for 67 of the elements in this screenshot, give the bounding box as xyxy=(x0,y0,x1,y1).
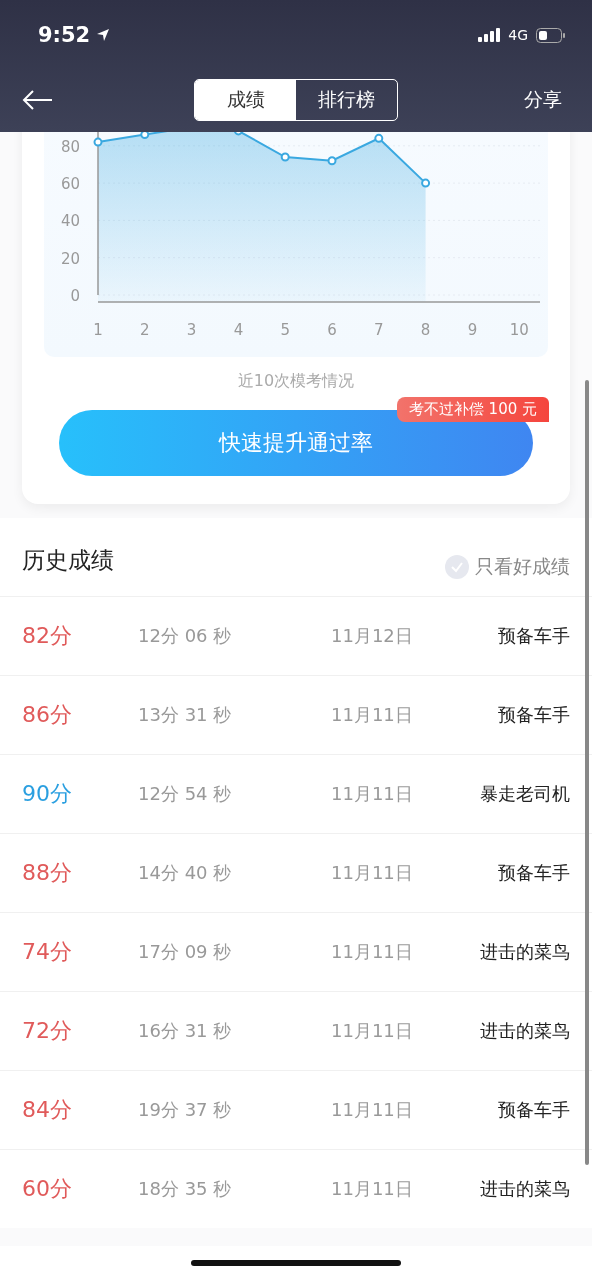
data-point xyxy=(140,132,150,140)
x-tick-label: 9 xyxy=(467,321,478,339)
data-point xyxy=(327,156,337,166)
location-arrow-icon xyxy=(96,28,111,42)
date-text: 11月11日 xyxy=(331,861,414,885)
x-tick-label: 4 xyxy=(233,321,244,339)
score-value: 84分 xyxy=(22,1096,73,1124)
signal-icon xyxy=(478,28,503,42)
x-tick-label: 1 xyxy=(93,321,103,339)
rank-title: 预备车手 xyxy=(498,1098,570,1122)
score-value: 82分 xyxy=(22,622,73,650)
rank-title: 预备车手 xyxy=(498,624,570,648)
y-tick-label: 60 xyxy=(60,175,80,194)
tab[interactable]: 成绩 xyxy=(195,80,296,120)
section-title: 历史成绩 xyxy=(22,545,114,575)
score-row[interactable]: 60分 18分 35 秒 11月11日 进击的菜鸟 xyxy=(0,1149,592,1228)
score-value: 88分 xyxy=(22,859,73,887)
data-point xyxy=(280,152,290,162)
tab[interactable]: 排行榜 xyxy=(296,80,397,120)
duration-text: 12分 54 秒 xyxy=(138,782,233,806)
x-tick-label: 6 xyxy=(327,321,337,339)
duration-text: 17分 09 秒 xyxy=(138,940,233,964)
date-text: 11月11日 xyxy=(331,703,414,727)
duration-text: 19分 37 秒 xyxy=(138,1098,233,1122)
date-text: 11月11日 xyxy=(331,782,414,806)
data-point xyxy=(421,178,431,188)
score-value: 90分 xyxy=(22,780,73,808)
chart-caption: 近10次模考情况 xyxy=(236,371,356,392)
duration-text: 14分 40 秒 xyxy=(138,861,233,885)
x-tick-label: 3 xyxy=(186,321,197,339)
rank-title: 暴走老司机 xyxy=(480,782,570,806)
duration-text: 12分 06 秒 xyxy=(138,624,233,648)
x-tick-label: 5 xyxy=(280,321,290,339)
duration-text: 16分 31 秒 xyxy=(138,1019,233,1043)
rank-title: 进击的菜鸟 xyxy=(480,1019,570,1043)
good-scores-toggle[interactable]: 只看好成绩 xyxy=(445,540,570,580)
x-tick-label: 7 xyxy=(374,321,384,339)
score-value: 60分 xyxy=(22,1175,73,1203)
x-tick-label: 10 xyxy=(509,321,529,339)
y-tick-label: 80 xyxy=(60,137,80,156)
rank-title: 进击的菜鸟 xyxy=(480,1177,570,1201)
battery-icon xyxy=(536,27,566,43)
data-point xyxy=(93,137,103,147)
rank-title: 预备车手 xyxy=(498,861,570,885)
score-value: 74分 xyxy=(22,938,73,966)
share-button[interactable]: 分享 xyxy=(524,87,570,113)
x-tick-label: 2 xyxy=(140,321,150,339)
duration-text: 13分 31 秒 xyxy=(138,703,233,727)
compensation-badge: 考不过补偿 100 元 xyxy=(396,397,549,422)
score-value: 72分 xyxy=(22,1017,73,1045)
data-point xyxy=(374,133,384,143)
y-tick-label: 0 xyxy=(70,287,80,305)
date-text: 11月11日 xyxy=(331,1098,414,1122)
score-value: 86分 xyxy=(22,701,73,729)
date-text: 11月12日 xyxy=(331,624,414,648)
network-label: 4G xyxy=(508,27,528,43)
date-text: 11月11日 xyxy=(331,940,414,964)
date-text: 11月11日 xyxy=(331,1177,414,1201)
rank-title: 进击的菜鸟 xyxy=(480,940,570,964)
data-point xyxy=(233,132,243,136)
duration-text: 18分 35 秒 xyxy=(138,1177,233,1201)
y-tick-label: 40 xyxy=(60,212,80,231)
y-tick-label: 20 xyxy=(60,249,80,268)
rank-title: 预备车手 xyxy=(498,703,570,727)
clock-time: 9:52 xyxy=(38,23,91,47)
x-tick-label: 8 xyxy=(420,321,431,339)
date-text: 11月11日 xyxy=(331,1019,414,1043)
